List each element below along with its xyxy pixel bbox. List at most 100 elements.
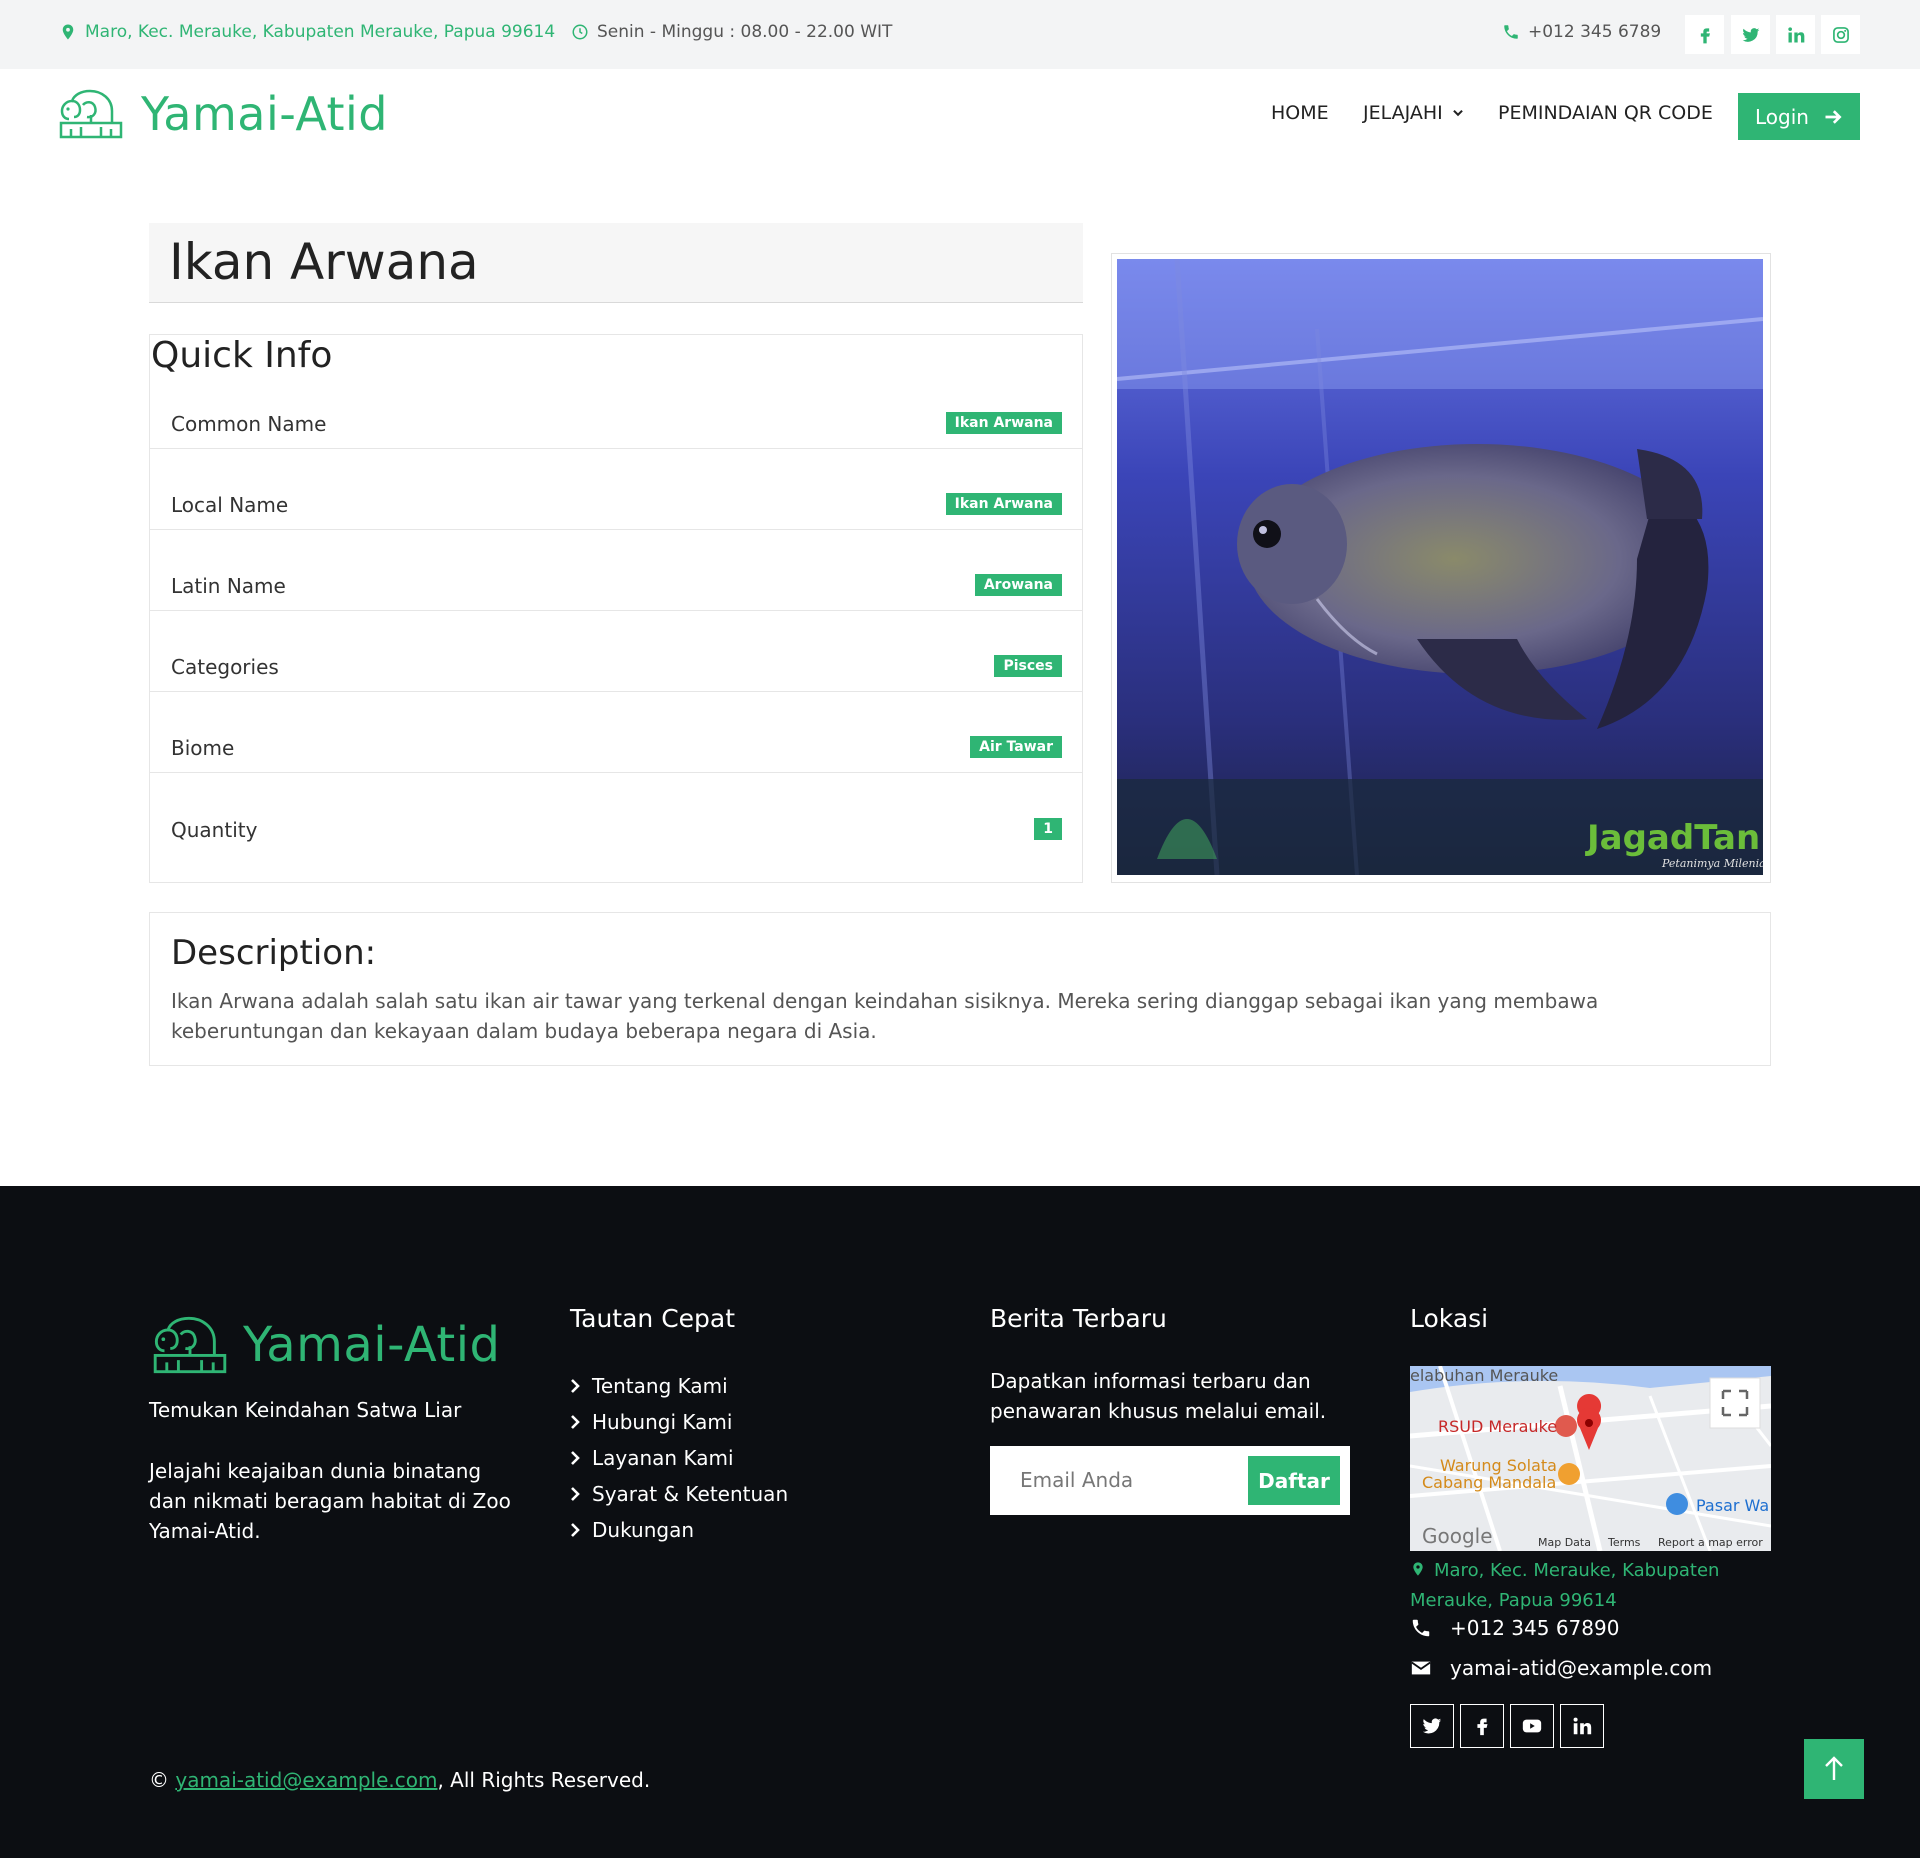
chevron-right-icon (571, 1379, 580, 1393)
footer-phone[interactable]: +012 345 67890 (1410, 1616, 1619, 1640)
back-to-top-button[interactable] (1804, 1739, 1864, 1799)
topbar-phone[interactable]: +012 345 6789 (1502, 22, 1661, 42)
linkedin-link-top[interactable] (1776, 15, 1815, 54)
footer-link-label: Syarat & Ketentuan (592, 1482, 789, 1506)
twitter-link-top[interactable] (1731, 15, 1770, 54)
info-label: Quantity (171, 818, 258, 842)
map-label-market: Pasar Wa (1696, 1496, 1770, 1515)
footer-link-label: Layanan Kami (592, 1446, 734, 1470)
animal-photo: JagadTani Petanimya Milenial (1117, 259, 1763, 875)
newsletter-form: Email Anda Daftar (990, 1446, 1350, 1515)
facebook-icon (1477, 1718, 1488, 1736)
brand-link[interactable]: Yamai-Atid (59, 87, 388, 141)
footer-email-text: yamai-atid@example.com (1450, 1656, 1713, 1680)
footer-links-heading: Tautan Cepat (570, 1304, 736, 1333)
twitter-link-footer[interactable] (1410, 1704, 1454, 1748)
brand-name: Yamai-Atid (141, 87, 388, 141)
chevron-right-icon (571, 1487, 580, 1501)
copyright: © yamai-atid@example.com, All Rights Res… (149, 1768, 650, 1792)
linkedin-icon (1787, 26, 1804, 42)
nav-explore-label: JELAJAHI (1363, 102, 1443, 124)
youtube-icon (1522, 1719, 1542, 1733)
animal-title: Ikan Arwana (169, 233, 479, 291)
clock-icon (572, 24, 588, 40)
footer-address: Maro, Kec. Merauke, Kabupaten Merauke, P… (1410, 1556, 1740, 1616)
info-label: Biome (171, 736, 235, 760)
info-badge: Air Tawar (970, 736, 1062, 758)
chevron-down-icon (1452, 109, 1463, 117)
map-data-link[interactable]: Map Data (1538, 1536, 1591, 1549)
photo-watermark: JagadTani (1585, 818, 1763, 858)
instagram-icon (1832, 26, 1849, 43)
footer-link-contact[interactable]: Hubungi Kami (570, 1404, 788, 1440)
info-row-biome: Biome Air Tawar (150, 692, 1082, 773)
site-footer: Yamai-Atid Temukan Keindahan Satwa Liar … (0, 1186, 1920, 1858)
topbar-address: Maro, Kec. Merauke, Kabupaten Merauke, P… (59, 22, 555, 42)
map-marker-icon (62, 24, 74, 40)
facebook-icon (1700, 27, 1710, 43)
map-marker-icon (1413, 1562, 1423, 1576)
topbar-phone-text: +012 345 6789 (1528, 22, 1662, 42)
topbar-hours: Senin - Minggu : 08.00 - 22.00 WIT (571, 22, 892, 42)
info-badge: 1 (1034, 818, 1062, 840)
info-row-local-name: Local Name Ikan Arwana (150, 449, 1082, 530)
chevron-right-icon (571, 1415, 580, 1429)
info-label: Latin Name (171, 574, 286, 598)
footer-link-support[interactable]: Dukungan (570, 1512, 788, 1548)
envelope-icon (1411, 1661, 1431, 1675)
arrow-right-icon (1825, 109, 1842, 124)
chevron-right-icon (571, 1451, 580, 1465)
footer-phone-text: +012 345 67890 (1450, 1616, 1620, 1640)
footer-link-label: Tentang Kami (592, 1374, 728, 1398)
login-label: Login (1755, 104, 1809, 129)
nav-home[interactable]: HOME (1271, 102, 1329, 124)
info-row-quantity: Quantity 1 (150, 773, 1082, 854)
footer-link-about[interactable]: Tentang Kami (570, 1368, 788, 1404)
quick-info-panel: Quick Info Common Name Ikan Arwana Local… (149, 334, 1083, 883)
footer-news-heading: Berita Terbaru (990, 1304, 1167, 1333)
footer-brand-name: Yamai-Atid (243, 1317, 501, 1373)
animal-title-box: Ikan Arwana (149, 223, 1083, 303)
location-map[interactable]: elabuhan Merauke RSUD Merauke Warung Sol… (1410, 1366, 1771, 1551)
footer-news-text: Dapatkan informasi terbaru dan penawaran… (990, 1369, 1327, 1423)
info-label: Categories (171, 655, 279, 679)
nav-explore-dropdown[interactable]: JELAJAHI (1363, 102, 1465, 124)
footer-location-heading: Lokasi (1410, 1304, 1489, 1333)
phone-icon (1504, 25, 1518, 39)
login-button[interactable]: Login (1738, 93, 1860, 140)
info-row-categories: Categories Pisces (150, 611, 1082, 692)
linkedin-icon (1573, 1717, 1592, 1735)
instagram-link-top[interactable] (1821, 15, 1860, 54)
info-badge: Ikan Arwana (945, 493, 1062, 515)
footer-email[interactable]: yamai-atid@example.com (1410, 1656, 1712, 1680)
info-row-common-name: Common Name Ikan Arwana (150, 368, 1082, 449)
footer-address-text: Maro, Kec. Merauke, Kabupaten Merauke, P… (1410, 1560, 1720, 1611)
footer-link-label: Dukungan (592, 1518, 695, 1542)
newsletter-email-input[interactable]: Email Anda (1020, 1468, 1133, 1492)
newsletter-subscribe-button[interactable]: Daftar (1248, 1456, 1340, 1505)
copyright-email-link[interactable]: yamai-atid@example.com (175, 1768, 437, 1792)
facebook-link-top[interactable] (1685, 15, 1724, 54)
facebook-link-footer[interactable] (1460, 1704, 1504, 1748)
footer-link-services[interactable]: Layanan Kami (570, 1440, 788, 1476)
google-logo: Google (1422, 1524, 1493, 1548)
footer-brand-link[interactable]: Yamai-Atid (149, 1316, 501, 1374)
twitter-icon (1742, 27, 1759, 42)
info-label: Common Name (171, 412, 327, 436)
map-terms-link[interactable]: Terms (1608, 1536, 1640, 1549)
map-report-link[interactable]: Report a map error (1658, 1536, 1763, 1549)
description-heading: Description: (171, 933, 377, 973)
info-badge: Ikan Arwana (945, 412, 1062, 434)
info-label: Local Name (171, 493, 289, 517)
arrow-up-icon (1825, 1756, 1843, 1780)
youtube-link-footer[interactable] (1510, 1704, 1554, 1748)
phone-icon (1412, 1619, 1430, 1637)
arowana-photo-illustration: JagadTani Petanimya Milenial (1117, 259, 1763, 875)
footer-about: Jelajahi keajaiban dunia binatang dan ni… (149, 1459, 511, 1543)
topbar-hours-text: Senin - Minggu : 08.00 - 22.00 WIT (597, 22, 893, 42)
copyright-suffix: , All Rights Reserved. (437, 1768, 651, 1792)
nav-qr-scan[interactable]: PEMINDAIAN QR CODE (1498, 102, 1713, 124)
footer-link-terms[interactable]: Syarat & Ketentuan (570, 1476, 788, 1512)
linkedin-link-footer[interactable] (1560, 1704, 1604, 1748)
info-badge: Arowana (974, 574, 1062, 596)
